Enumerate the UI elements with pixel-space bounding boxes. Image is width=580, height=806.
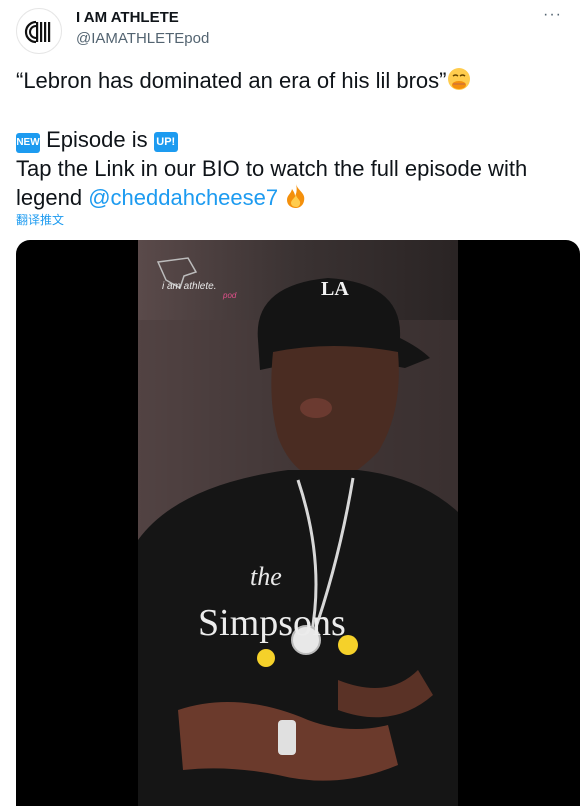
account-handle[interactable]: @IAMATHLETEpod [76,30,209,47]
tap-line: Tap the Link in our BIO to watch the ful… [16,156,528,181]
athlete-logo-icon [24,20,51,44]
watermark-sub-text: pod [222,291,237,300]
video-still-image: i am athlete. pod LA the Simpsons [138,240,458,806]
shirt-text-top: the [250,562,282,591]
account-avatar[interactable] [16,8,62,54]
new-badge: NEW [16,133,40,153]
legend-text: legend [16,185,83,210]
fire-emoji-icon [284,183,308,216]
video-frame[interactable]: i am athlete. pod LA the Simpsons [138,240,458,806]
translate-tweet-link[interactable]: 翻译推文 [16,211,64,228]
up-badge: UP! [153,132,178,152]
shirt-text-main: Simpsons [198,602,346,644]
cap-logo-text: LA [321,278,349,300]
more-options-icon[interactable]: ··· [543,6,562,24]
tweet-header: I AM ATHLETE @IAMATHLETEpod ··· [0,0,580,60]
episode-text: Episode is [46,127,148,152]
quote-line: “Lebron has dominated an era of his lil … [16,66,564,99]
hand-over-mouth-emoji-icon [446,66,472,99]
quote-text: “Lebron has dominated an era of his lil … [16,68,447,93]
episode-line: NEW Episode is UP! [16,125,564,154]
mention-link[interactable]: @cheddahcheese7 [88,185,278,210]
tweet-text: “Lebron has dominated an era of his lil … [16,66,564,216]
tweet-video[interactable]: i am athlete. pod LA the Simpsons [16,240,580,806]
account-name[interactable]: I AM ATHLETE [76,9,179,26]
legend-line: legend @cheddahcheese7 [16,183,564,216]
watermark-text: i am athlete. [162,281,216,292]
